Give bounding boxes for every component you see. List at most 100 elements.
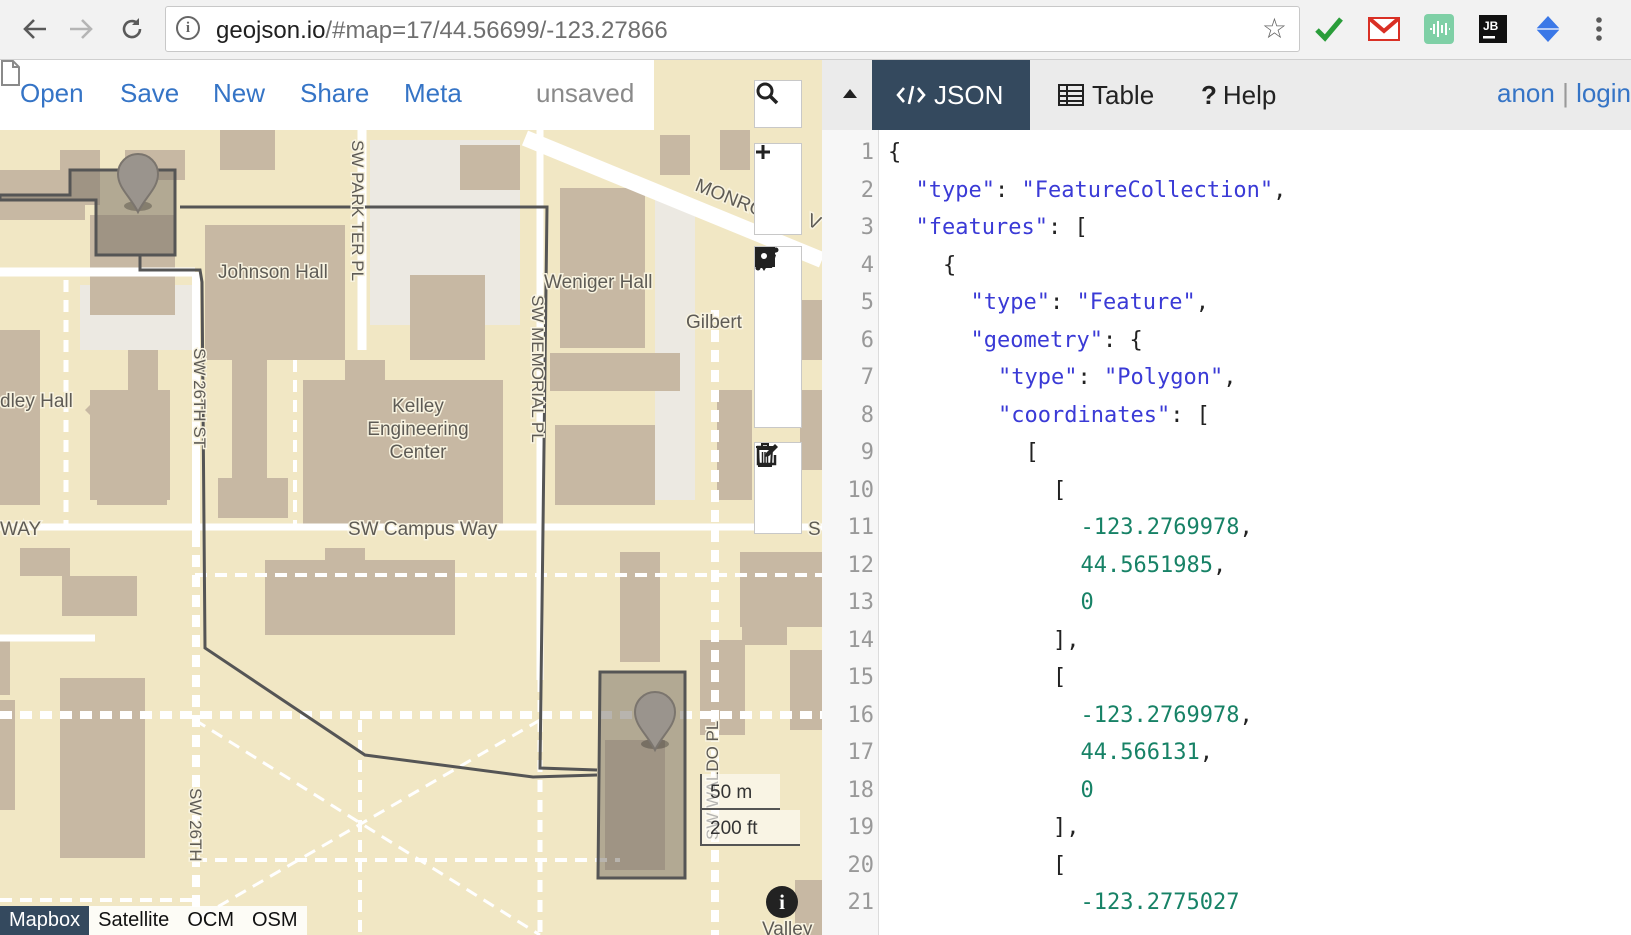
forward-button[interactable] (64, 12, 98, 46)
open-menu[interactable]: Open (20, 78, 84, 109)
reload-button[interactable] (115, 12, 149, 46)
tab-help[interactable]: ? Help (1177, 60, 1300, 130)
tab-json[interactable]: JSON (872, 60, 1030, 130)
scale-metric: 50 m (700, 774, 780, 810)
tab-table[interactable]: Table (1034, 60, 1178, 130)
map-tiles[interactable]: Johnson Hall Weniger Hall Gilbert dley H… (0, 60, 822, 935)
trash-icon (756, 443, 774, 467)
code-token: , (1199, 740, 1213, 765)
code-text: "type": "Feature", (971, 290, 1209, 315)
search-button[interactable] (754, 80, 802, 128)
meta-menu[interactable]: Meta (404, 78, 462, 109)
draw-rectangle-button[interactable] (755, 247, 800, 382)
code-text: "geometry": { (971, 328, 1143, 353)
map-info-icon[interactable]: i (766, 886, 798, 918)
code-line[interactable]: 8 "coordinates": [ (822, 403, 1631, 442)
code-line[interactable]: 15 [ (822, 665, 1631, 704)
line-number: 4 (860, 252, 874, 278)
anon-link[interactable]: anon (1497, 78, 1555, 108)
editor-pane: JSON Table ? Help anon | login 1{2 "type"… (822, 60, 1631, 935)
address-bar[interactable]: i geojson.io/#map=17/44.56699/-123.27866… (165, 6, 1300, 52)
edit-toolbar (754, 442, 802, 534)
code-line[interactable]: 17 44.566131, (822, 740, 1631, 779)
code-line[interactable]: 13 0 (822, 590, 1631, 629)
draw-toolbar (754, 246, 802, 428)
pane-tab-bar: JSON Table ? Help anon | login (822, 60, 1631, 130)
line-number: 1 (860, 140, 874, 165)
audio-extension-icon[interactable] (1422, 12, 1456, 46)
code-token: 44.5651985 (1080, 552, 1213, 578)
delete-layers-button[interactable] (756, 443, 800, 533)
code-token: "type" (970, 290, 1050, 315)
share-menu[interactable]: Share (300, 78, 369, 109)
code-token: , (1239, 702, 1253, 728)
code-line[interactable]: 6 "geometry": { (822, 328, 1631, 367)
code-text: [ (1053, 478, 1066, 503)
line-number: 10 (847, 477, 875, 503)
code-line[interactable]: 5 "type": "Feature", (822, 290, 1631, 329)
line-number: 19 (847, 815, 875, 840)
extension-check-icon[interactable] (1312, 12, 1346, 46)
code-token: "type" (915, 177, 995, 203)
line-number: 17 (847, 740, 875, 765)
code-line[interactable]: 21 -123.2775027 (822, 890, 1631, 929)
map-label: Weniger Hall (544, 272, 652, 293)
map-label: SW PARK TER PL (348, 140, 367, 281)
draw-marker-button[interactable] (756, 248, 800, 427)
url-host: geojson.io (216, 17, 326, 44)
layer-osm[interactable]: OSM (242, 906, 307, 935)
code-line[interactable]: 16 -123.2769978, (822, 703, 1631, 742)
code-token: : (1077, 365, 1104, 390)
code-text: -123.2769978, (1081, 703, 1253, 728)
code-token: "Feature" (1076, 290, 1196, 315)
collapse-pane-button[interactable] (842, 82, 858, 105)
layer-ocm[interactable]: OCM (178, 906, 243, 935)
code-line[interactable]: 4{ (822, 253, 1631, 292)
info-icon[interactable]: i (176, 16, 200, 40)
gmail-icon[interactable] (1367, 12, 1401, 46)
code-token: : (1049, 290, 1077, 315)
save-menu[interactable]: Save (120, 78, 179, 109)
code-line[interactable]: 9[ (822, 440, 1631, 479)
new-menu[interactable]: New (213, 78, 265, 109)
account-links: anon | login (1497, 78, 1631, 109)
code-line[interactable]: 14], (822, 628, 1631, 667)
layer-satellite[interactable]: Satellite (89, 906, 179, 935)
code-line[interactable]: 20 [ (822, 853, 1631, 892)
code-text: "type": "Polygon", (998, 365, 1236, 390)
code-token: , (1273, 177, 1287, 203)
line-number: 2 (860, 177, 874, 203)
question-icon: ? (1201, 79, 1217, 110)
code-token: [ (1025, 440, 1039, 465)
code-token: , (1195, 290, 1209, 315)
draw-polygon-button[interactable] (756, 248, 800, 337)
code-line[interactable]: 1{ (822, 140, 1631, 179)
code-line[interactable]: 10 [ (822, 478, 1631, 517)
json-code-editor[interactable]: 1{2 "type": "FeatureCollection", 3 "feature… (822, 130, 1631, 935)
layer-mapbox[interactable]: Mapbox (0, 906, 90, 935)
code-line[interactable]: 12 44.5651985, (822, 553, 1631, 592)
code-line[interactable]: 2 "type": "FeatureCollection", (822, 178, 1631, 217)
line-number: 16 (847, 702, 875, 728)
zoom-out-button[interactable] (756, 150, 800, 234)
code-line[interactable]: 19], (822, 815, 1631, 854)
jetbrains-icon[interactable]: JB (1476, 12, 1510, 46)
code-text: -123.2769978, (1081, 515, 1253, 540)
forward-arrow-icon (70, 19, 93, 39)
code-text: 44.566131, (1081, 740, 1213, 765)
code-token: , (1223, 365, 1237, 390)
marker-icon (756, 248, 772, 271)
code-line[interactable]: 7 "type": "Polygon", (822, 365, 1631, 404)
login-link[interactable]: login (1576, 78, 1631, 108)
back-button[interactable] (18, 12, 52, 46)
code-token: { (888, 140, 902, 165)
browser-menu-icon[interactable] (1582, 12, 1616, 46)
bookmark-star-icon[interactable]: ☆ (1262, 12, 1287, 45)
extension-diamond-icon[interactable] (1531, 12, 1565, 46)
code-line[interactable]: 11 -123.2769978, (822, 515, 1631, 554)
code-line[interactable]: 18 0 (822, 778, 1631, 817)
back-arrow-icon (23, 19, 46, 39)
code-line[interactable]: 3 "features": [ (822, 215, 1631, 254)
map-view[interactable]: Johnson Hall Weniger Hall Gilbert dley H… (0, 60, 822, 935)
code-token: [ (1053, 477, 1067, 503)
